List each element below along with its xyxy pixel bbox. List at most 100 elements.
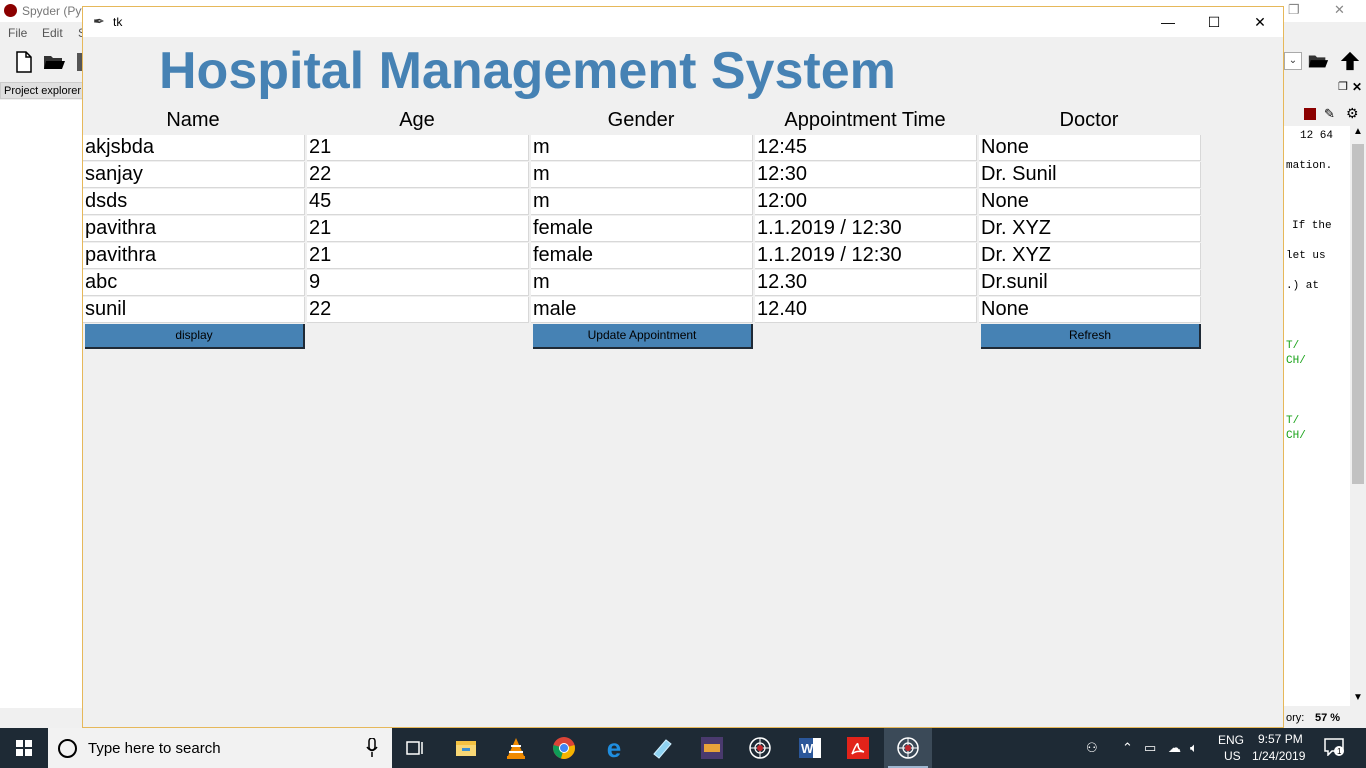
display-button[interactable]: display (85, 324, 305, 349)
project-explorer-pane: Project explorer (0, 82, 84, 708)
cell-age[interactable]: 45 (307, 189, 529, 215)
cell-doctor[interactable]: Dr. XYZ (979, 216, 1201, 242)
eraser-icon[interactable]: ✎ (1324, 106, 1335, 122)
project-explorer-tab[interactable]: Project explorer (0, 82, 84, 99)
cell-name[interactable]: sunil (83, 297, 305, 323)
cell-doctor[interactable]: Dr. XYZ (979, 243, 1201, 269)
clock-date[interactable]: 1/24/2019 (1252, 749, 1305, 763)
cell-age[interactable]: 22 (307, 162, 529, 188)
console-line: T/ (1286, 415, 1300, 427)
cell-age[interactable]: 9 (307, 270, 529, 296)
start-button[interactable] (0, 728, 48, 768)
cell-doctor[interactable]: None (979, 297, 1201, 323)
cell-name[interactable]: akjsbda (83, 135, 305, 161)
update-appointment-button[interactable]: Update Appointment (533, 324, 753, 349)
cell-appointment-time[interactable]: 12:30 (755, 162, 977, 188)
console-scrollbar[interactable]: ▲ ▼ (1350, 126, 1366, 706)
cell-age[interactable]: 21 (307, 243, 529, 269)
close-icon[interactable]: ✕ (1237, 7, 1283, 37)
taskbar-word[interactable]: W (786, 728, 834, 768)
action-center-icon[interactable]: 1 (1324, 738, 1344, 756)
volume-icon[interactable]: 🔈︎ (1190, 740, 1198, 756)
cell-gender[interactable]: m (531, 189, 753, 215)
open-folder-icon[interactable] (42, 50, 66, 74)
menu-edit[interactable]: Edit (42, 26, 63, 40)
working-dir-dropdown[interactable]: ⌄ (1284, 52, 1302, 70)
cell-gender[interactable]: female (531, 243, 753, 269)
taskbar-file-explorer[interactable] (442, 728, 490, 768)
taskbar-search[interactable]: Type here to search (48, 728, 392, 768)
spyder-close-icon[interactable]: ✕ (1334, 2, 1345, 18)
microphone-icon[interactable] (366, 738, 378, 758)
undock-icon[interactable]: ❐ (1338, 80, 1348, 93)
cell-gender[interactable]: m (531, 270, 753, 296)
taskbar-vlc[interactable] (492, 728, 540, 768)
browse-folder-icon[interactable] (1306, 50, 1330, 72)
cell-doctor[interactable]: None (979, 189, 1201, 215)
notification-count: 1 (1337, 747, 1342, 756)
console-output[interactable]: 12 64 mation. If the let us .) at T/ CH/… (1284, 126, 1350, 706)
cell-name[interactable]: abc (83, 270, 305, 296)
taskbar-spyder[interactable] (884, 728, 932, 768)
cell-doctor[interactable]: Dr.sunil (979, 270, 1201, 296)
taskbar-chrome[interactable] (540, 728, 588, 768)
taskbar-ide[interactable] (688, 728, 736, 768)
cortana-icon (58, 739, 77, 758)
cell-appointment-time[interactable]: 1.1.2019 / 12:30 (755, 216, 977, 242)
parent-dir-arrow-icon[interactable] (1338, 50, 1362, 72)
cell-doctor[interactable]: None (979, 135, 1201, 161)
console-line: 12 64 (1300, 130, 1334, 142)
col-header-gender: Gender (607, 109, 675, 131)
cell-gender[interactable]: m (531, 162, 753, 188)
scroll-down-icon[interactable]: ▼ (1353, 692, 1363, 703)
close-pane-icon[interactable]: ✕ (1352, 80, 1362, 94)
cell-appointment-time[interactable]: 12.30 (755, 270, 977, 296)
cell-gender[interactable]: male (531, 297, 753, 323)
console-line: CH/ (1286, 430, 1306, 442)
spyder-web-icon (749, 737, 771, 759)
refresh-button[interactable]: Refresh (981, 324, 1201, 349)
taskbar-acrobat[interactable] (834, 728, 882, 768)
maximize-icon[interactable]: ☐ (1191, 7, 1237, 37)
cell-doctor[interactable]: Dr. Sunil (979, 162, 1201, 188)
cell-name[interactable]: dsds (83, 189, 305, 215)
chevron-up-icon[interactable]: ⌃ (1122, 740, 1133, 756)
edge-icon: e (606, 733, 622, 763)
taskbar-spyder-2[interactable] (736, 728, 784, 768)
taskbar-notepad[interactable] (638, 728, 686, 768)
cell-gender[interactable]: m (531, 135, 753, 161)
gear-icon[interactable]: ⚙ (1346, 105, 1359, 122)
cell-name[interactable]: pavithra (83, 243, 305, 269)
minimize-icon[interactable]: — (1145, 7, 1191, 37)
task-view-icon (406, 741, 423, 755)
cell-age[interactable]: 22 (307, 297, 529, 323)
cell-name[interactable]: sanjay (83, 162, 305, 188)
menu-file[interactable]: File (8, 26, 27, 40)
keyboard-layout[interactable]: US (1224, 749, 1241, 763)
cell-appointment-time[interactable]: 1.1.2019 / 12:30 (755, 243, 977, 269)
battery-icon[interactable]: ▭ (1144, 740, 1156, 756)
cell-age[interactable]: 21 (307, 135, 529, 161)
task-view-button[interactable] (392, 728, 440, 768)
spyder-title: Spyder (Pyt (22, 4, 85, 18)
cell-gender[interactable]: female (531, 216, 753, 242)
cell-name[interactable]: pavithra (83, 216, 305, 242)
spyder-restore-icon[interactable]: ❐ (1288, 2, 1300, 18)
windows-taskbar: Type here to search e W ⚇ ⌃ ▭ ☁ 🔈︎ ENG U… (0, 728, 1366, 768)
people-icon[interactable]: ⚇ (1086, 740, 1098, 756)
project-explorer-area[interactable] (0, 100, 84, 708)
clock-time[interactable]: 9:57 PM (1258, 732, 1303, 746)
network-icon[interactable]: ☁ (1168, 740, 1181, 756)
cell-appointment-time[interactable]: 12.40 (755, 297, 977, 323)
stop-icon[interactable] (1304, 108, 1316, 120)
cell-appointment-time[interactable]: 12:00 (755, 189, 977, 215)
cell-age[interactable]: 21 (307, 216, 529, 242)
vlc-cone-icon (507, 738, 525, 759)
scroll-up-icon[interactable]: ▲ (1353, 126, 1363, 137)
scrollbar-thumb[interactable] (1352, 144, 1364, 484)
language-indicator[interactable]: ENG (1218, 733, 1244, 747)
new-file-icon[interactable] (12, 50, 36, 74)
tk-window: ✒ tk — ☐ ✕ Hospital Management System Na… (82, 6, 1284, 728)
taskbar-edge[interactable]: e (590, 728, 638, 768)
cell-appointment-time[interactable]: 12:45 (755, 135, 977, 161)
